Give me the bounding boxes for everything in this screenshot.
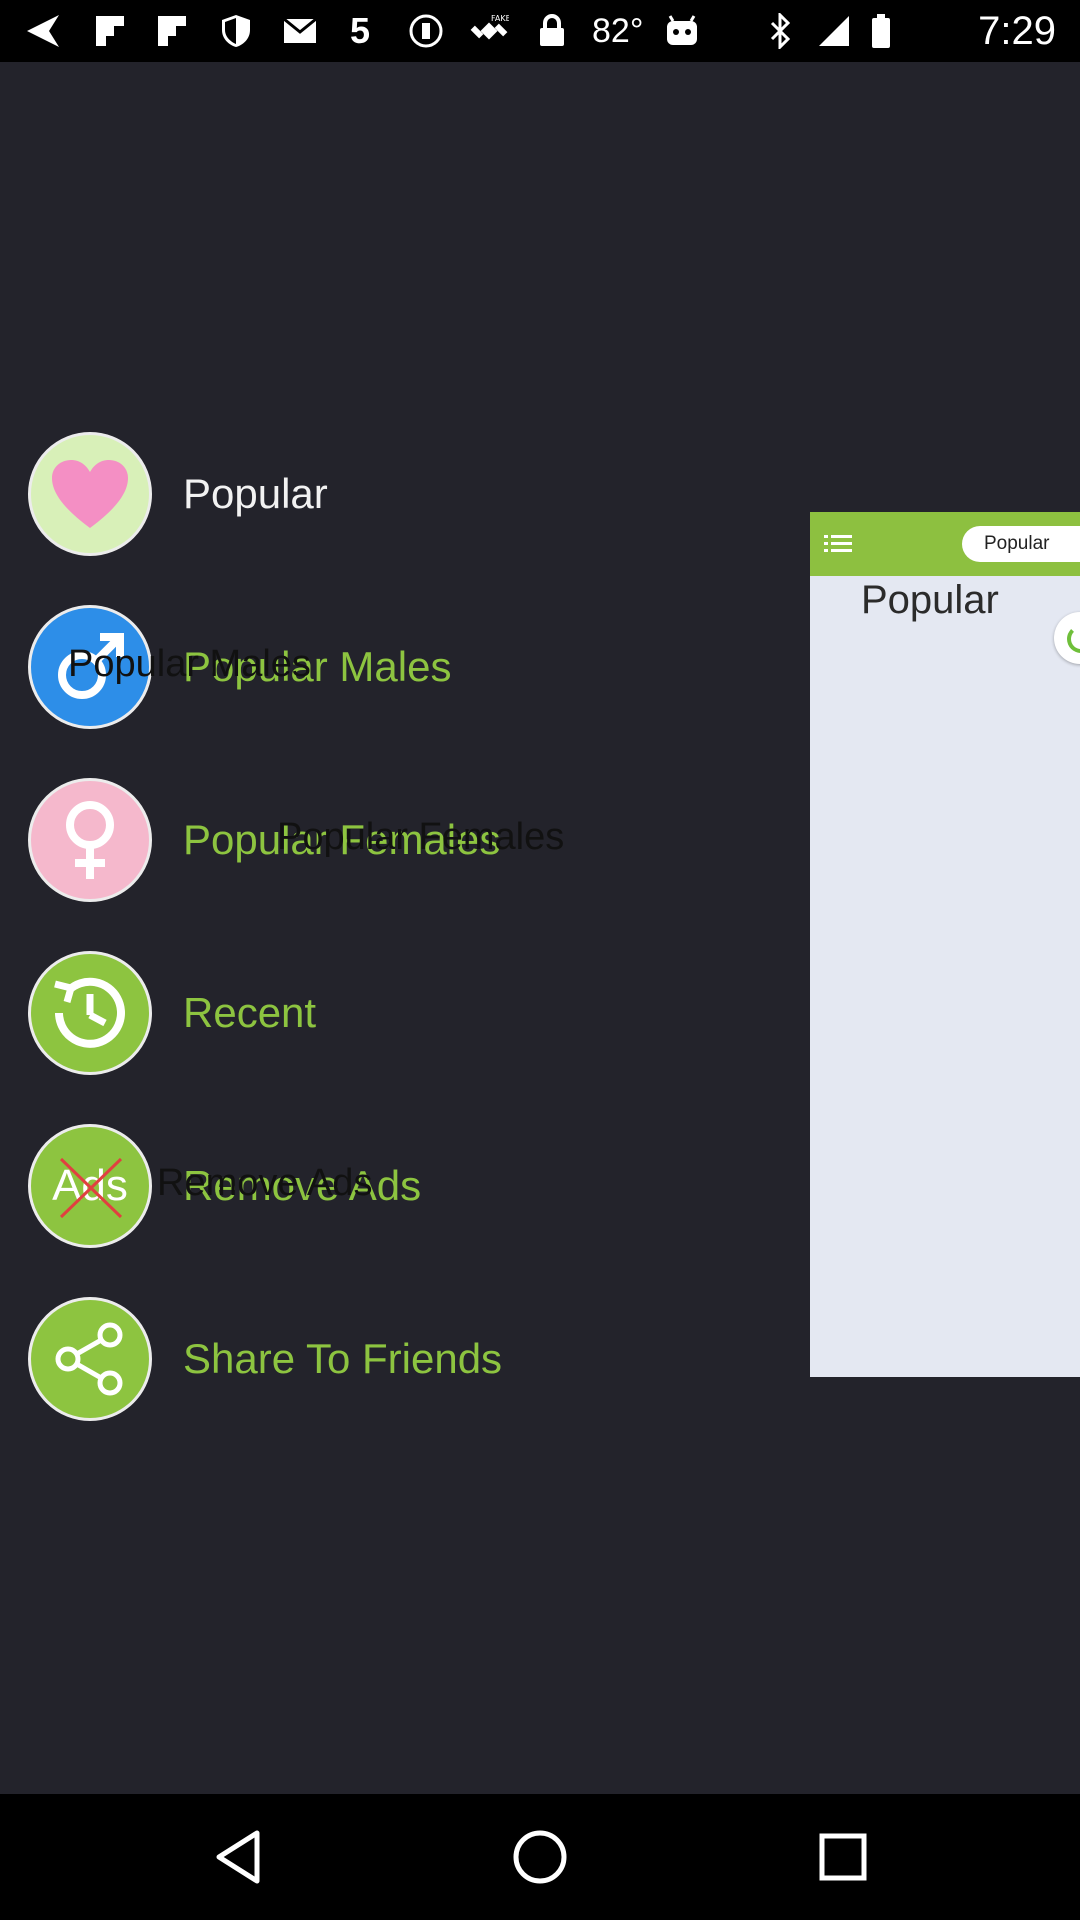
preview-toolbar: Popular: [810, 512, 1080, 576]
female-symbol-icon: [28, 778, 152, 902]
menu-label-share-to-friends: Share To Friends: [183, 1335, 503, 1382]
history-clock-icon: [28, 951, 152, 1075]
back-button[interactable]: [158, 1794, 318, 1920]
email-icon: [278, 0, 322, 62]
menu-item-recent[interactable]: Recent: [28, 951, 788, 1079]
android-icon: [660, 0, 704, 62]
preview-page-title: Popular: [861, 578, 999, 622]
tab-popular[interactable]: Popular: [962, 526, 1080, 562]
menu-label-popular: Popular: [183, 470, 328, 517]
cellular-signal-icon: [812, 0, 856, 62]
navigation-bar: [0, 1794, 1080, 1920]
shield-icon: [214, 0, 258, 62]
fake-gps-satellite-icon: FAKE: [464, 0, 514, 62]
recent-apps-button[interactable]: [763, 1794, 923, 1920]
lock-icon: [530, 0, 574, 62]
flipboard-icon: [150, 0, 194, 62]
ghost-label-popular-males: Popular Males: [68, 643, 311, 685]
status-bar: 5 FAKE 82° 7:29: [0, 0, 1080, 62]
share-icon: [28, 1297, 152, 1421]
menu-item-share-to-friends[interactable]: Share To Friends: [28, 1297, 788, 1425]
ghost-label-remove-ads: Remove Ads: [157, 1162, 373, 1204]
main-content-preview[interactable]: Popular Popular: [810, 512, 1080, 1377]
menu-label-recent: Recent: [183, 989, 317, 1036]
temperature-text: 82°: [592, 12, 644, 50]
heart-icon: [28, 432, 152, 556]
clock-time: 7:29: [978, 9, 1056, 53]
menu-item-popular[interactable]: Popular: [28, 432, 788, 560]
battery-icon: [866, 0, 896, 62]
navigation-arrow-icon: [18, 0, 68, 62]
list-menu-icon[interactable]: [824, 532, 852, 561]
loading-spinner: [1054, 612, 1080, 664]
record-icon: [404, 0, 448, 62]
home-button[interactable]: [460, 1794, 620, 1920]
no-ads-icon: Ads: [28, 1124, 152, 1248]
menu-item-remove-ads[interactable]: Ads Remove Ads: [28, 1124, 788, 1252]
notification-number: 5: [350, 10, 371, 51]
bluetooth-icon: [758, 0, 802, 62]
ghost-label-popular-females: Popular Females: [277, 816, 565, 858]
flipboard-icon: [88, 0, 132, 62]
svg-text:FAKE: FAKE: [491, 14, 509, 23]
